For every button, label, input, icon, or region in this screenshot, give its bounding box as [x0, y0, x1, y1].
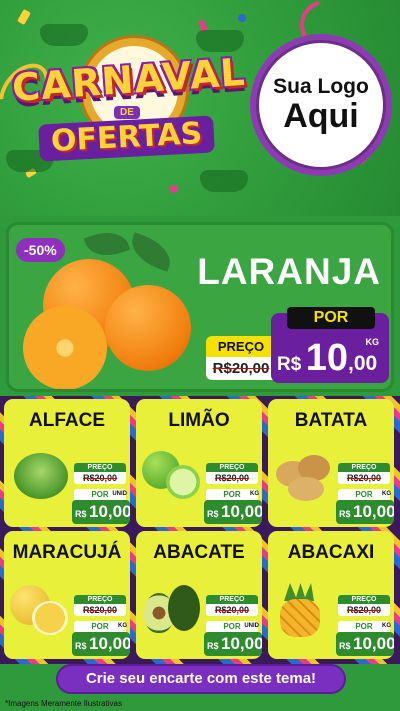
- passion-fruit-icon: [10, 579, 72, 637]
- leaf-decoration: [125, 232, 177, 272]
- old-price-tag: PREÇO R$20,00: [338, 463, 390, 484]
- product-name: ALFACE: [29, 410, 105, 431]
- price-currency: R$: [75, 509, 87, 519]
- new-price: 10,00: [89, 634, 130, 653]
- leaf-decoration: [83, 225, 131, 264]
- discount-badge: -50%: [16, 238, 65, 262]
- new-price-box: KG R$ 10,00: [204, 491, 262, 524]
- title-word-de: DE: [114, 106, 140, 119]
- lettuce-icon: [10, 447, 72, 505]
- product-name: LIMÃO: [168, 410, 230, 431]
- new-price-box: POR KG R$ 10,00: [271, 307, 389, 383]
- new-price: 10,00: [221, 634, 262, 653]
- price-currency: R$: [75, 641, 87, 651]
- product-card: ABACATE PREÇO R$20,00 POR UNID R$ 10,00: [136, 531, 262, 659]
- confetti-decoration: [238, 14, 246, 22]
- old-price-label: PREÇO: [206, 463, 258, 472]
- old-price-label: PREÇO: [338, 463, 390, 472]
- lime-icon: [142, 447, 204, 505]
- new-price-label: POR: [287, 307, 375, 329]
- old-price-tag: PREÇO R$20,00: [206, 336, 276, 381]
- pineapple-icon: [274, 579, 336, 637]
- old-price-tag: PREÇO R$20,00: [74, 595, 126, 616]
- old-price: R$20,00: [82, 605, 118, 615]
- price-unit: KG: [118, 623, 127, 629]
- old-price-tag: PREÇO R$20,00: [206, 463, 258, 484]
- avocado-icon: [142, 579, 204, 637]
- product-card: ABACAXI PREÇO R$20,00 POR KG R$ 10,00: [268, 531, 394, 659]
- new-price-box: UNID R$ 10,00: [204, 623, 262, 656]
- new-price: 10,00: [89, 502, 130, 521]
- new-price: 10,00: [353, 634, 394, 653]
- logo-placeholder-line1: Sua Logo: [273, 74, 369, 98]
- old-price-tag: PREÇO R$20,00: [74, 463, 126, 484]
- title-word-carnaval: CARNAVAL: [10, 49, 247, 110]
- mask-decoration: [40, 24, 88, 46]
- product-name: ABACAXI: [287, 542, 375, 563]
- product-name: MARACUJÁ: [12, 542, 122, 563]
- old-price-label: PREÇO: [338, 595, 390, 604]
- old-price-tag: PREÇO R$20,00: [338, 595, 390, 616]
- orange-icon: [105, 285, 191, 371]
- old-price-label: PREÇO: [206, 595, 258, 604]
- new-price-box: KG R$ 10,00: [336, 491, 394, 524]
- disclaimer-text: *Imagens Meramente Ilustrativas: [5, 699, 122, 708]
- featured-offer-card: -50% LARANJA PREÇO R$20,00 POR KG R$ 10,…: [6, 222, 394, 392]
- create-flyer-button[interactable]: Crie seu encarte com este tema!: [56, 664, 346, 694]
- new-price-box: KG R$ 10,00: [336, 623, 394, 656]
- product-name: ABACATE: [153, 542, 245, 563]
- price-currency: R$: [339, 509, 351, 519]
- price-decimal: ,00: [348, 352, 378, 375]
- confetti-decoration: [170, 185, 178, 193]
- old-price-label: PREÇO: [74, 595, 126, 604]
- carnaval-title-logo: CARNAVAL DE OFERTAS: [11, 50, 247, 162]
- logo-placeholder-line2: Aqui: [283, 96, 359, 135]
- old-price: R$20,00: [206, 357, 276, 380]
- price-unit: KG: [382, 623, 391, 629]
- potato-icon: [274, 447, 336, 505]
- price-unit: UNID: [244, 623, 259, 629]
- old-price: R$20,00: [346, 473, 382, 483]
- new-price-box: KG R$ 10,00: [72, 623, 130, 656]
- new-price: 10,00: [353, 502, 394, 521]
- price-currency: R$: [339, 641, 351, 651]
- price-unit: KG: [250, 491, 259, 497]
- logo-placeholder: Sua Logo Aqui: [256, 40, 386, 170]
- old-price: R$20,00: [346, 605, 382, 615]
- old-price-tag: PREÇO R$20,00: [206, 595, 258, 616]
- price-currency: R$: [207, 641, 219, 651]
- product-card: LIMÃO PREÇO R$20,00 POR KG R$ 10,00: [136, 399, 262, 527]
- product-name: BATATA: [294, 410, 368, 431]
- product-card: ALFACE PREÇO R$20,00 POR UNID R$ 10,00: [4, 399, 130, 527]
- new-price: 10,00: [221, 502, 262, 521]
- orange-half-icon: [23, 306, 107, 389]
- old-price-label: PREÇO: [74, 463, 126, 472]
- new-price-box: UNID R$ 10,00: [72, 491, 130, 524]
- old-price: R$20,00: [214, 605, 250, 615]
- new-price: R$ 10,00: [277, 337, 377, 380]
- mask-decoration: [196, 30, 244, 52]
- old-price: R$20,00: [214, 473, 250, 483]
- price-currency: R$: [207, 509, 219, 519]
- title-word-ofertas: OFERTAS: [38, 115, 216, 162]
- header-banner: CARNAVAL DE OFERTAS Sua Logo Aqui: [0, 0, 400, 216]
- product-card: MARACUJÁ PREÇO R$20,00 POR KG R$ 10,00: [4, 531, 130, 659]
- price-integer: 10: [305, 337, 349, 379]
- old-price-label: PREÇO: [206, 336, 276, 357]
- product-card: BATATA PREÇO R$20,00 POR KG R$ 10,00: [268, 399, 394, 527]
- mask-decoration: [200, 170, 248, 192]
- old-price: R$20,00: [82, 473, 118, 483]
- featured-product-name: LARANJA: [197, 251, 381, 292]
- price-unit: UNID: [112, 491, 127, 497]
- confetti-decoration: [17, 8, 31, 26]
- price-currency: R$: [277, 354, 302, 375]
- price-unit: KG: [382, 491, 391, 497]
